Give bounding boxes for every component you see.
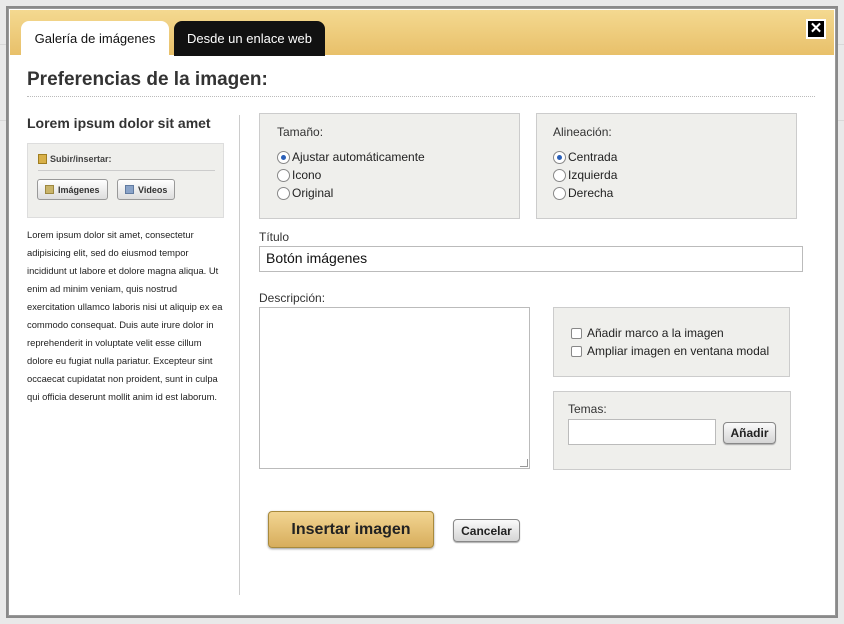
sidebar-description: Lorem ipsum dolor sit amet, consectetur … xyxy=(27,229,223,402)
radio-icon[interactable] xyxy=(553,186,566,200)
display-options-panel: Añadir marco a la imagen Ampliar imagen … xyxy=(553,307,790,377)
checkbox-icon[interactable] xyxy=(571,327,582,339)
alignment-option-label: Derecha xyxy=(568,186,614,200)
radio-icon[interactable] xyxy=(277,168,290,182)
radio-icon[interactable] xyxy=(553,150,566,164)
heading-divider xyxy=(27,96,815,97)
radio-icon[interactable] xyxy=(553,168,566,182)
description-label: Descripción: xyxy=(259,291,326,305)
size-option-label: Icono xyxy=(292,168,322,182)
size-panel: Tamaño: Ajustar automáticamente Icono Or… xyxy=(259,113,520,219)
images-sample-button: Imágenes xyxy=(37,179,108,200)
radio-icon[interactable] xyxy=(277,186,290,200)
upload-label: Subir/insertar: xyxy=(38,154,112,164)
close-icon[interactable]: ✕ xyxy=(806,19,826,39)
size-option-icon[interactable]: Icono xyxy=(277,168,321,182)
title-input[interactable]: Botón imágenes xyxy=(259,246,803,272)
modal-option-label: Ampliar imagen en ventana modal xyxy=(587,344,770,358)
upload-icon xyxy=(38,154,47,164)
cancel-button[interactable]: Cancelar xyxy=(453,519,520,542)
themes-label: Temas: xyxy=(568,402,607,416)
video-icon xyxy=(125,185,134,194)
title-label: Título xyxy=(259,230,290,244)
frame-option-label: Añadir marco a la imagen xyxy=(587,326,724,340)
radio-icon[interactable] xyxy=(277,150,290,164)
alignment-option-left[interactable]: Izquierda xyxy=(553,168,617,182)
tab-image-gallery[interactable]: Galería de imágenes xyxy=(21,21,169,56)
dialog-tab-bar: Galería de imágenes Desde un enlace web … xyxy=(10,10,834,56)
size-option-label: Ajustar automáticamente xyxy=(292,150,425,164)
size-option-original[interactable]: Original xyxy=(277,186,333,200)
dialog-heading: Preferencias de la imagen: xyxy=(27,69,268,90)
alignment-panel: Alineación: Centrada Izquierda Derecha xyxy=(536,113,797,219)
alignment-option-label: Izquierda xyxy=(568,168,618,182)
size-label: Tamaño: xyxy=(277,125,324,139)
upload-label-text: Subir/insertar: xyxy=(50,154,112,164)
frame-option[interactable]: Añadir marco a la imagen xyxy=(571,326,724,340)
insert-image-button[interactable]: Insertar imagen xyxy=(268,511,434,548)
alignment-option-right[interactable]: Derecha xyxy=(553,186,613,200)
description-textarea[interactable] xyxy=(259,307,530,469)
image-icon xyxy=(45,185,54,194)
column-divider xyxy=(239,115,240,595)
size-option-auto[interactable]: Ajustar automáticamente xyxy=(277,150,425,164)
upload-preview-box: Subir/insertar: Imágenes Videos xyxy=(27,143,224,218)
help-sidebar: Lorem ipsum dolor sit amet Subir/inserta… xyxy=(27,115,227,406)
videos-sample-button: Videos xyxy=(117,179,176,200)
image-preferences-dialog: Galería de imágenes Desde un enlace web … xyxy=(8,8,836,616)
checkbox-icon[interactable] xyxy=(571,345,582,357)
alignment-option-label: Centrada xyxy=(568,150,618,164)
images-sample-label: Imágenes xyxy=(58,184,100,195)
themes-input[interactable] xyxy=(568,419,716,445)
preview-divider xyxy=(38,170,215,171)
resize-grip-icon[interactable] xyxy=(520,459,528,467)
alignment-label: Alineación: xyxy=(553,125,612,139)
sidebar-title: Lorem ipsum dolor sit amet xyxy=(27,115,211,131)
tab-web-link[interactable]: Desde un enlace web xyxy=(174,21,325,56)
alignment-option-center[interactable]: Centrada xyxy=(553,150,617,164)
videos-sample-label: Videos xyxy=(138,184,168,195)
themes-panel: Temas: Añadir xyxy=(553,391,791,470)
modal-option[interactable]: Ampliar imagen en ventana modal xyxy=(571,344,769,358)
add-theme-button[interactable]: Añadir xyxy=(723,422,776,444)
size-option-label: Original xyxy=(292,186,334,200)
